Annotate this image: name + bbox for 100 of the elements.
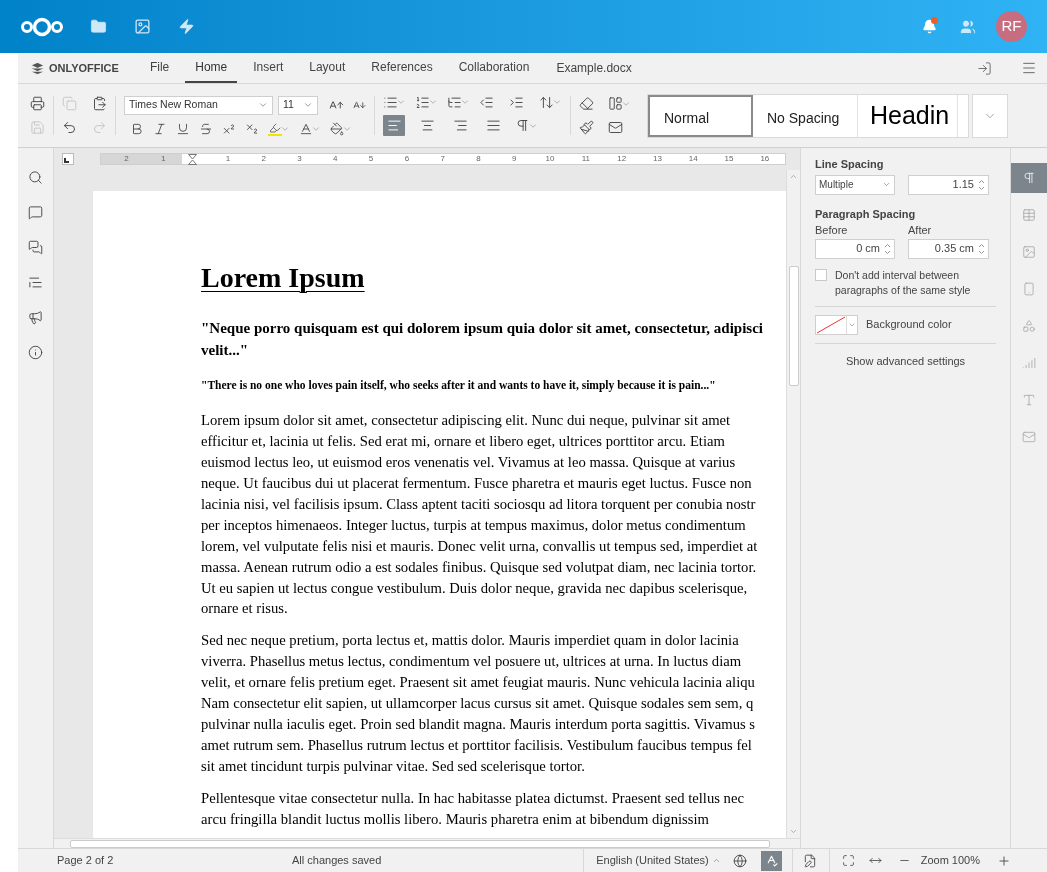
spinner-icon[interactable] (978, 242, 985, 255)
zoom-in-icon[interactable] (997, 853, 1011, 868)
feedback-icon[interactable] (28, 310, 43, 325)
caret-icon[interactable] (882, 180, 891, 189)
image-icon[interactable] (134, 18, 151, 35)
language-selector[interactable]: English (United States) (596, 852, 709, 869)
bullet-list-icon[interactable] (383, 94, 398, 110)
font-size-field[interactable]: 11 (278, 95, 318, 115)
scroll-down-icon[interactable] (789, 827, 798, 836)
text-line: per inceptos himenaeos. Integer luctus, turpis at tempus maximus, dolor metus condimentum (201, 515, 746, 535)
after-label: After (908, 223, 933, 238)
increase-indent-icon[interactable] (509, 94, 524, 110)
decrease-indent-icon[interactable] (479, 94, 494, 110)
scrollbar-thumb[interactable] (70, 839, 770, 848)
style-preset[interactable]: Headin (858, 94, 958, 137)
strikethrough-icon[interactable] (199, 121, 213, 136)
side-tab[interactable] (1011, 163, 1047, 193)
pilcrow-icon (1022, 171, 1036, 185)
numbered-list-icon[interactable] (415, 94, 430, 110)
spellcheck-button[interactable] (760, 850, 782, 871)
fit-page-icon[interactable] (841, 854, 855, 867)
text-line: sit amet tincidunt turpis pulvinar vitae. Sed sed scelerisque tortor. (201, 756, 585, 776)
checkbox[interactable] (815, 268, 827, 281)
italic-icon[interactable] (153, 121, 167, 136)
table-icon (1022, 208, 1036, 222)
bold-icon[interactable] (130, 121, 144, 136)
caret-icon[interactable] (711, 856, 721, 865)
undo-icon[interactable] (62, 119, 77, 135)
subscript-icon[interactable] (245, 121, 259, 136)
logo-icon[interactable] (20, 15, 64, 38)
paste-icon[interactable] (92, 96, 107, 112)
info-icon[interactable] (28, 345, 43, 360)
style-preset[interactable]: No Spacing (753, 94, 858, 137)
align-left-button[interactable] (383, 115, 405, 137)
menu-tab[interactable]: Insert (243, 53, 294, 83)
mail-icon[interactable] (608, 119, 623, 135)
globe-icon[interactable] (732, 853, 747, 868)
underline-icon[interactable] (176, 121, 190, 136)
format-painter-icon[interactable] (579, 119, 594, 135)
ruler-number: 9 (512, 153, 517, 165)
menu-icon[interactable] (1021, 60, 1037, 76)
chat-icon[interactable] (28, 240, 43, 255)
horizontal-scrollbar[interactable] (54, 838, 800, 848)
caret-icon[interactable] (303, 100, 313, 110)
print-icon[interactable] (30, 96, 45, 112)
text-line: lacinia nisi, vel facilisis ipsum. Class aptent taciti sociosqu ad litora torquent per conubia nostr (201, 494, 756, 514)
background-color-label: Background color (866, 317, 952, 333)
menu-tab[interactable]: File (139, 53, 180, 83)
before-field[interactable]: 0 cm (815, 238, 895, 259)
text-line: euismod lectus leo, ut euismod eros venenatis vel. Vivamus at leo massa. Quisque at varius (201, 453, 736, 473)
background-color-picker[interactable] (815, 314, 858, 335)
line-spacing-icon[interactable] (539, 94, 554, 110)
contacts-icon[interactable] (960, 18, 976, 35)
font-name-field[interactable]: Times New Roman (124, 95, 273, 115)
vertical-scrollbar[interactable] (786, 170, 800, 838)
spinner-icon[interactable] (884, 242, 891, 255)
ruler-number: 2 (124, 153, 129, 165)
quote-line: "Neque porro quisquam est qui dolorem ipsum quia dolor sit amet, consectetur, adipisci (201, 319, 763, 338)
style-preset[interactable]: Normal (648, 94, 753, 137)
spinner-icon[interactable] (978, 178, 985, 191)
track-changes-icon[interactable] (802, 853, 817, 868)
line-spacing-field[interactable]: 1.15 (908, 174, 989, 195)
notification-icon[interactable] (922, 18, 938, 35)
page-count[interactable]: Page 2 of 2 (57, 852, 292, 869)
text-line: neque. Ut faucibus dui ut placerat fermentum. Fusce pharetra et mauris eget luctus. Fusce non (201, 473, 752, 493)
search-icon[interactable] (28, 170, 43, 185)
caret-icon[interactable] (258, 100, 268, 110)
multilevel-list-icon[interactable] (447, 94, 462, 110)
scroll-up-icon[interactable] (789, 172, 798, 181)
lightning-icon[interactable] (178, 18, 195, 35)
avatar[interactable]: RF (996, 11, 1027, 42)
save-status: All changes saved (292, 853, 382, 869)
text-line: massa. Aenean rutrum odio a est sodales finibus. Quisque sed volutpat diam, nec lacinia tortor. (201, 557, 757, 577)
font-color-icon[interactable] (299, 121, 313, 136)
navigation-icon[interactable] (28, 275, 43, 290)
scrollbar-thumb[interactable] (788, 266, 799, 386)
pilcrow-icon[interactable] (515, 118, 530, 134)
superscript-icon[interactable] (222, 121, 236, 136)
comments-icon[interactable] (28, 205, 43, 220)
line-spacing-select[interactable]: Multiple (815, 174, 895, 195)
ruler-number: 14 (688, 153, 698, 165)
color-scheme-icon[interactable] (608, 96, 623, 112)
after-field[interactable]: 0.35 cm (908, 238, 989, 259)
menu-tab[interactable]: References (361, 53, 443, 83)
tab-stop-button[interactable] (62, 153, 74, 165)
highlighter-icon[interactable] (268, 121, 282, 136)
menu-tab[interactable]: Collaboration (448, 53, 540, 83)
folder-icon[interactable] (90, 18, 107, 35)
shading-icon[interactable] (330, 121, 344, 136)
advanced-settings-link[interactable]: Show advanced settings (845, 352, 966, 369)
indent-marker-icon[interactable] (187, 154, 197, 165)
open-location-icon[interactable] (977, 60, 992, 76)
menu-tab[interactable]: Layout (299, 53, 356, 83)
subquote: "There is no one who loves pain itself, who seeks after it and wants to have it, simply because it is pain..." (201, 378, 716, 394)
document-heading: Lorem Ipsum (201, 261, 365, 295)
eraser-icon[interactable] (579, 96, 594, 112)
ruler-number: 10 (545, 153, 555, 165)
text-line: Pellentesque vitae consectetur nulla. In hac habitasse platea dictumst. Praesent sed tellus nec (201, 788, 744, 808)
align-left-icon (386, 118, 402, 134)
text-line: Nam consectetur elit sapien, ut ullamcorper lacus cursus sit amet. Quisque sodales sem sem, q (201, 694, 754, 714)
